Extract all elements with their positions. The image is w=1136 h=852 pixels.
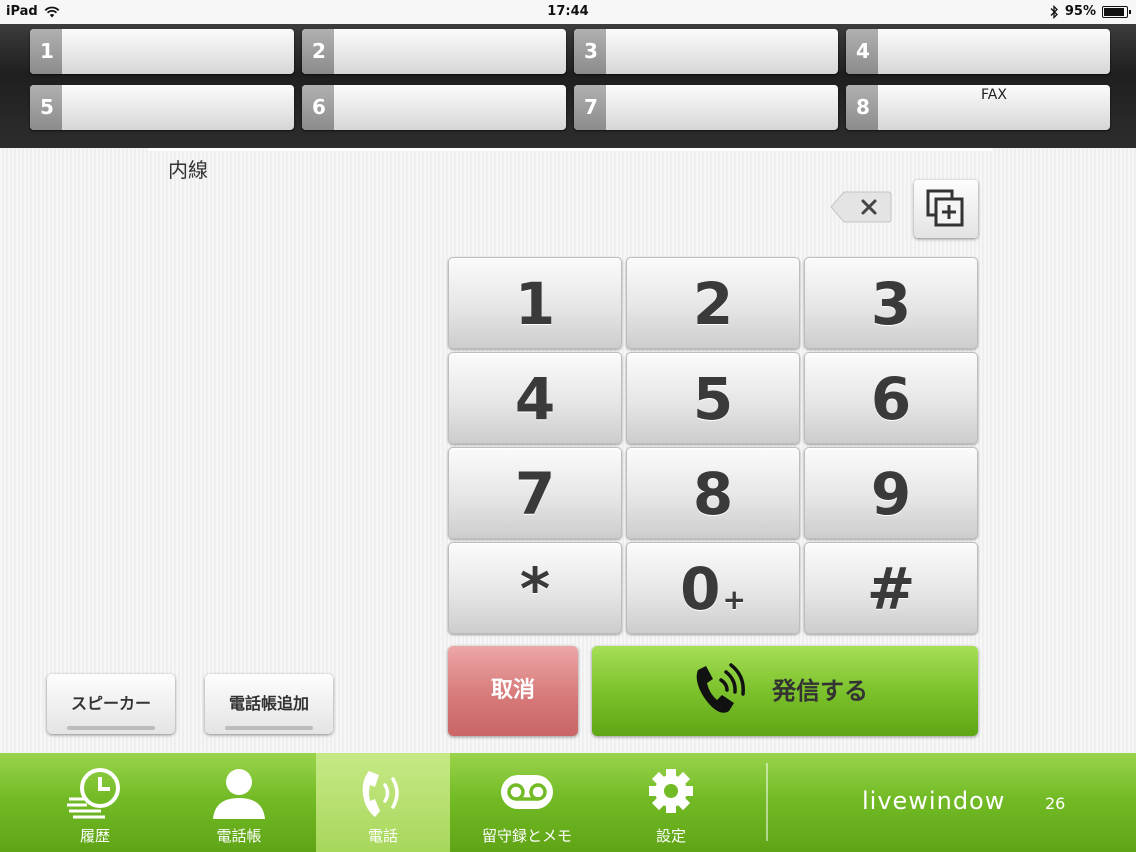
line-strip: 1 2 3 4 5 6 7 8 FAX xyxy=(0,24,1136,148)
line-number: 2 xyxy=(302,29,334,74)
bluetooth-icon xyxy=(1050,4,1058,19)
panel-top-line xyxy=(148,148,992,151)
tab-label: 電話 xyxy=(367,827,398,845)
contact-person-icon xyxy=(213,769,265,819)
key-0-plus: + xyxy=(722,583,746,616)
add-contact-indicator xyxy=(225,726,313,730)
line-number: 5 xyxy=(30,85,62,130)
phone-call-icon xyxy=(696,663,745,713)
key-8[interactable]: 8 xyxy=(626,447,800,539)
key-1[interactable]: 1 xyxy=(448,257,622,349)
battery-icon xyxy=(1102,5,1131,18)
line-number: 3 xyxy=(574,29,606,74)
line-button-5[interactable]: 5 xyxy=(30,85,294,130)
key-6[interactable]: 6 xyxy=(804,352,978,444)
key-0-digit: 0 xyxy=(680,555,721,623)
battery-fill xyxy=(1104,7,1124,16)
call-button[interactable]: 発信する xyxy=(592,646,978,736)
line-number: 8 xyxy=(846,85,878,130)
line-button-7[interactable]: 7 xyxy=(574,85,838,130)
tab-voicemail[interactable]: 留守録とメモ xyxy=(460,753,594,852)
brand-logo: livewindow xyxy=(862,787,1006,815)
tab-label: 留守録とメモ xyxy=(481,827,572,845)
line-number: 4 xyxy=(846,29,878,74)
line-number: 7 xyxy=(574,85,606,130)
key-5[interactable]: 5 xyxy=(626,352,800,444)
key-0[interactable]: 0+ xyxy=(626,542,800,634)
brand-count: 26 xyxy=(1045,794,1066,813)
tab-label: 履歴 xyxy=(79,827,110,845)
selected-line-label: 内線 xyxy=(168,158,208,182)
status-time: 17:44 xyxy=(547,4,589,19)
line-label: FAX xyxy=(981,87,1007,103)
key-9[interactable]: 9 xyxy=(804,447,978,539)
line-number: 1 xyxy=(30,29,62,74)
cancel-button[interactable]: 取消 xyxy=(448,646,578,736)
add-to-contacts-button[interactable] xyxy=(914,180,978,238)
history-clock-icon xyxy=(67,768,120,819)
add-contact-button[interactable]: 電話帳追加 xyxy=(205,674,333,734)
tab-bar: 履歴 電話帳 電話 留守録とメモ 設定 livewindow 26 xyxy=(0,753,1136,852)
tab-history[interactable]: 履歴 xyxy=(28,753,162,852)
line-button-1[interactable]: 1 xyxy=(30,29,294,74)
key-2[interactable]: 2 xyxy=(626,257,800,349)
status-bar: iPad 17:44 95% xyxy=(0,0,1136,24)
tab-label: 設定 xyxy=(655,827,686,845)
dialer-panel: 内線 1 2 3 4 5 6 7 8 9 * 0+ # 取消 発信する スピーカ… xyxy=(0,148,1136,753)
phone-icon xyxy=(362,771,399,817)
add-contact-button-label: 電話帳追加 xyxy=(228,694,309,713)
speaker-button[interactable]: スピーカー xyxy=(47,674,175,734)
line-button-4[interactable]: 4 xyxy=(846,29,1110,74)
speaker-indicator xyxy=(67,726,155,730)
status-right: 95% xyxy=(1049,4,1131,19)
line-button-6[interactable]: 6 xyxy=(302,85,566,130)
tab-contacts[interactable]: 電話帳 xyxy=(172,753,306,852)
tab-divider xyxy=(766,763,768,841)
line-number: 6 xyxy=(302,85,334,130)
copy-plus-icon xyxy=(926,189,964,227)
tab-settings[interactable]: 設定 xyxy=(604,753,738,852)
line-button-8[interactable]: 8 FAX xyxy=(846,85,1110,130)
call-button-label: 発信する xyxy=(772,677,868,705)
speaker-button-label: スピーカー xyxy=(70,694,151,713)
key-4[interactable]: 4 xyxy=(448,352,622,444)
key-3[interactable]: 3 xyxy=(804,257,978,349)
backspace-icon[interactable] xyxy=(830,190,892,224)
tab-label: 電話帳 xyxy=(216,827,262,845)
voicemail-icon xyxy=(501,775,553,809)
key-hash[interactable]: # xyxy=(804,542,978,634)
key-7[interactable]: 7 xyxy=(448,447,622,539)
battery-percent: 95% xyxy=(1064,4,1096,19)
tab-phone[interactable]: 電話 xyxy=(316,753,450,852)
line-button-2[interactable]: 2 xyxy=(302,29,566,74)
line-button-3[interactable]: 3 xyxy=(574,29,838,74)
key-star[interactable]: * xyxy=(448,542,622,634)
gear-icon xyxy=(649,769,693,813)
